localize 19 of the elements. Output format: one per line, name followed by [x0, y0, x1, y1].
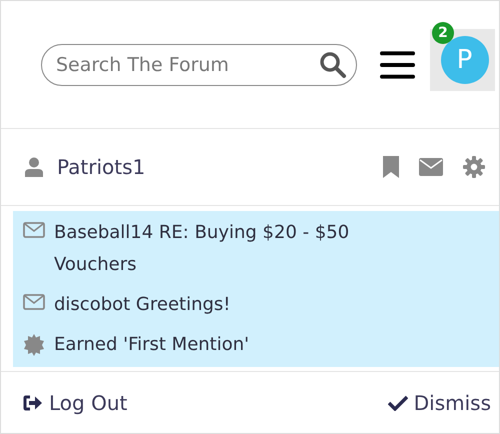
envelope-icon[interactable] [419, 158, 443, 176]
search-field[interactable]: Search The Forum [41, 44, 357, 86]
notification-count: 2 [432, 22, 454, 44]
logout-icon [23, 394, 43, 410]
envelope-icon [23, 222, 45, 238]
notification-link[interactable]: discobot Greetings! [54, 289, 434, 321]
bookmark-icon[interactable] [383, 156, 399, 178]
username-link[interactable]: Patriots1 [57, 155, 146, 179]
check-icon [388, 394, 408, 410]
search-icon[interactable] [319, 50, 347, 78]
menu-icon[interactable] [380, 50, 415, 80]
badge-icon [23, 334, 45, 356]
logout-button[interactable]: Log Out [23, 390, 128, 414]
avatar: P [440, 36, 488, 84]
dismiss-button[interactable]: Dismiss [388, 390, 491, 414]
user-icon [25, 157, 43, 177]
notification-link[interactable]: Earned 'First Mention' [54, 329, 434, 361]
envelope-icon [23, 294, 45, 310]
settings-icon[interactable] [463, 156, 485, 178]
